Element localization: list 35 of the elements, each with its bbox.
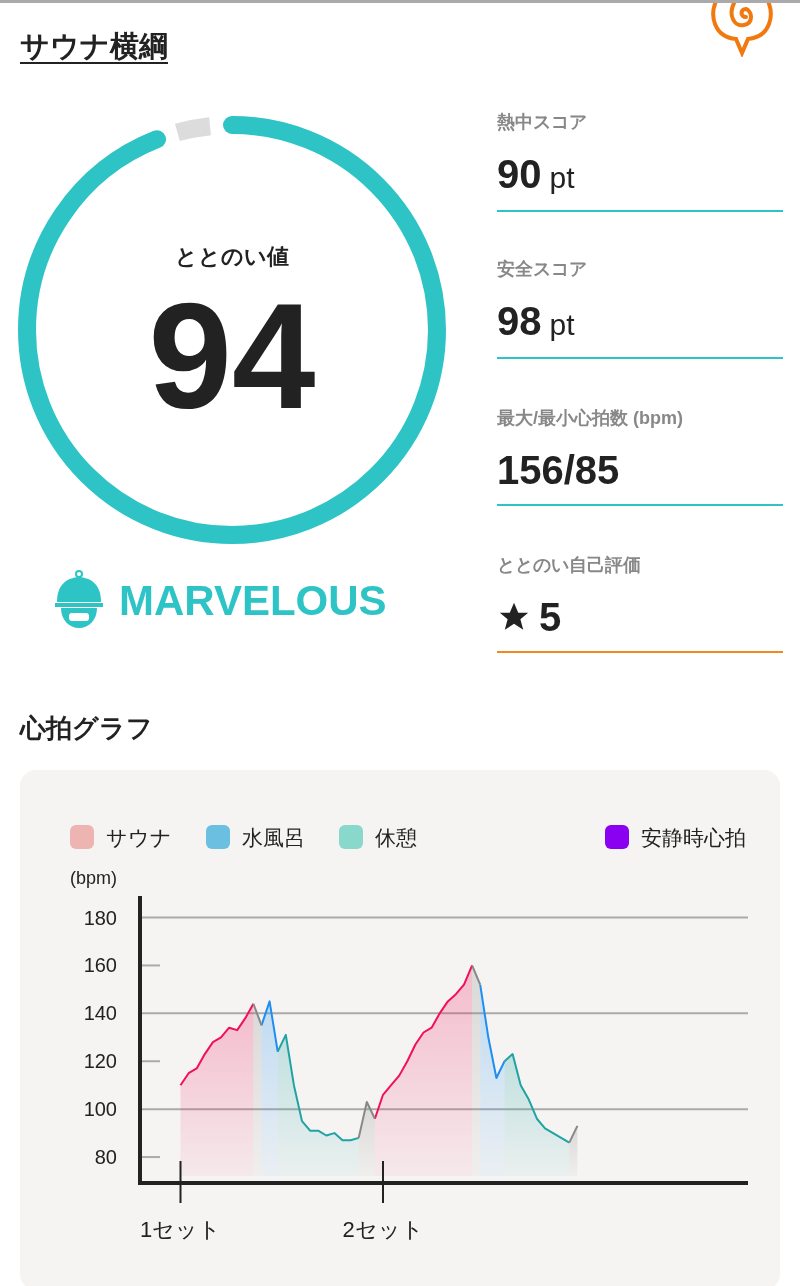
grid-line bbox=[139, 964, 161, 967]
y-axis-label: (bpm) bbox=[70, 868, 117, 888]
y-tick-label: 80 bbox=[94, 1146, 117, 1169]
grid-line bbox=[139, 1156, 161, 1159]
y-tick-label: 180 bbox=[83, 906, 117, 929]
x-tick-label: 1セット bbox=[139, 1217, 222, 1242]
ring-track bbox=[175, 116, 212, 141]
page-title: サウナ横綱 bbox=[20, 29, 168, 64]
legend-label: サウナ bbox=[106, 824, 172, 851]
score-value: 90 bbox=[497, 150, 542, 198]
x-tick-label: 2セット bbox=[342, 1217, 424, 1242]
y-tick-label: 140 bbox=[83, 1002, 117, 1025]
score-label: 熱中スコア bbox=[497, 110, 588, 134]
score-label: 最大/最小心拍数 (bpm) bbox=[497, 406, 684, 430]
score-label: 安全スコア bbox=[497, 257, 588, 281]
y-tick-label: 120 bbox=[83, 1050, 117, 1073]
gauge-label: ととのい値 bbox=[175, 242, 289, 271]
section-heading: 心拍グラフ bbox=[20, 711, 154, 745]
legend-label: 休憩 bbox=[375, 824, 417, 851]
score-unit: pt bbox=[549, 306, 575, 343]
x-tick bbox=[179, 1160, 182, 1204]
score-unit: pt bbox=[549, 159, 575, 196]
score-value: 98 bbox=[497, 297, 542, 345]
rank-label: MARVELOUS bbox=[119, 575, 387, 626]
score-value: 156/85 bbox=[497, 446, 620, 494]
y-tick-label: 100 bbox=[83, 1098, 117, 1121]
score-label: ととのい自己評価 bbox=[497, 553, 642, 577]
score-value: 5 bbox=[539, 593, 562, 641]
legend-label: 水風呂 bbox=[242, 824, 305, 851]
helmet-icon bbox=[53, 570, 105, 630]
legend-label: 安静時心拍 bbox=[641, 824, 746, 851]
x-tick bbox=[382, 1160, 384, 1204]
y-tick-label: 160 bbox=[83, 954, 117, 977]
grid-line bbox=[139, 1060, 161, 1063]
gauge-value: 94 bbox=[148, 280, 316, 431]
